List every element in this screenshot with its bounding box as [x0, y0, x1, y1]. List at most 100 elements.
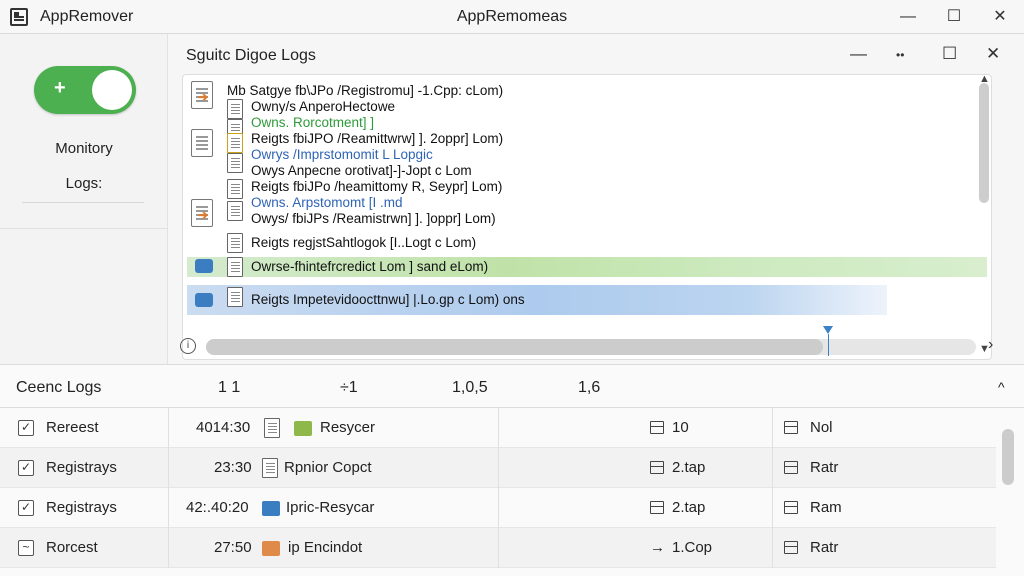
- column-separator: [498, 528, 499, 568]
- log-line: Owrse-fhintefrcredict Lom ] sand eLom): [251, 259, 489, 274]
- file-icon: ➔: [191, 81, 213, 109]
- tag-icon: [294, 421, 312, 436]
- status-icon: [195, 293, 213, 307]
- title-bar: AppRemover AppRemomeas — ☐ ✕: [0, 0, 1024, 34]
- log-line: Owys/ fbiJPs /Reamistrwn] ]. ]oppr] Lom): [251, 211, 496, 226]
- row-time: 27:50: [214, 539, 252, 556]
- logs-panel: Sguitc Digoe Logs — •• ☐ ✕ ➔ ➔ Mb Satgye…: [168, 34, 1024, 364]
- row-name: Registrays: [46, 499, 117, 516]
- log-line: Owns. Arpstomomt [I .md: [251, 195, 403, 210]
- panel-maximize-button[interactable]: ☐: [942, 44, 957, 64]
- close-button[interactable]: ✕: [982, 4, 1018, 30]
- minimize-button[interactable]: —: [890, 4, 926, 30]
- size-icon: [650, 501, 664, 514]
- table-scroll-thumb[interactable]: [1002, 429, 1014, 485]
- row-checkbox[interactable]: ✓: [18, 460, 34, 476]
- column-header[interactable]: 1 1: [218, 379, 240, 397]
- row-checkbox[interactable]: ✓: [18, 500, 34, 516]
- chevron-right-icon[interactable]: ›: [988, 336, 993, 354]
- log-line: Owny/s AnperoHectowe: [251, 99, 396, 114]
- column-separator: [772, 528, 773, 568]
- column-separator: [168, 448, 169, 488]
- column-separator: [168, 408, 169, 448]
- sidebar-divider: [22, 202, 144, 203]
- log-line: Owrys /Imprstomomit L Lopgic: [251, 147, 433, 162]
- add-document-icon: [264, 418, 280, 438]
- log-view[interactable]: ➔ ➔ Mb Satgye fb\JPo /Registromu] -1.Cpp…: [182, 74, 992, 360]
- column-separator: [772, 448, 773, 488]
- log-line: Reigts regjstSahtlogok [I..Logt c Lom): [251, 235, 477, 250]
- document-icon: [227, 153, 243, 173]
- row-status: Ram: [810, 499, 842, 516]
- status-doc-icon: [784, 421, 798, 434]
- panel-close-button[interactable]: ✕: [986, 44, 1000, 64]
- maximize-button[interactable]: ☐: [936, 4, 972, 30]
- log-line: Mb Satgye fb\JPo /Registromu] -1.Cpp: cL…: [227, 83, 504, 98]
- column-header[interactable]: 1,0,5: [452, 379, 488, 397]
- window-title: AppRemomeas: [456, 8, 568, 25]
- column-header[interactable]: 1,6: [578, 379, 600, 397]
- table-row[interactable]: ✓ Rereest 4014:30 Resycer 10 Nol: [0, 408, 996, 448]
- add-document-icon: [227, 287, 243, 307]
- timeline-scrollbar[interactable]: [206, 339, 976, 355]
- column-separator: [498, 448, 499, 488]
- row-name: Rorcest: [46, 539, 98, 556]
- collapse-icon[interactable]: ^: [998, 379, 1005, 395]
- timeline-thumb[interactable]: [206, 339, 823, 355]
- scroll-thumb[interactable]: [979, 83, 989, 203]
- toggle-knob: [92, 70, 132, 110]
- log-vertical-scrollbar[interactable]: ▲ ▼: [975, 75, 990, 359]
- sidebar: + Monitory Logs:: [0, 34, 168, 364]
- row-status: Ratr: [810, 459, 839, 476]
- row-name: Registrays: [46, 459, 117, 476]
- size-icon: [650, 461, 664, 474]
- tag-icon: [262, 501, 280, 516]
- panel-more-button[interactable]: ••: [896, 48, 904, 62]
- monitor-label: Monitory: [55, 140, 113, 157]
- row-action: ip Encindot: [288, 539, 363, 556]
- document-icon: [227, 179, 243, 199]
- row-time: 4014:30: [196, 419, 251, 436]
- row-name: Rereest: [46, 419, 99, 436]
- log-line: Owys Anpecne orotivat]-]-Jopt c Lom: [251, 163, 472, 178]
- monitor-toggle[interactable]: +: [34, 66, 136, 114]
- row-time: 42:.40:20: [186, 499, 249, 516]
- log-line: Owns. Rorcotment] ]: [251, 115, 375, 130]
- row-checkbox[interactable]: ✓: [18, 420, 34, 436]
- row-size: 2.tap: [672, 459, 706, 476]
- table-vertical-scrollbar[interactable]: [1002, 423, 1016, 573]
- row-size: 1.Cop: [672, 539, 713, 556]
- timeline-marker-line: [828, 334, 829, 356]
- logs-label: Logs:: [65, 175, 103, 192]
- arrow-right-icon: →: [650, 539, 665, 556]
- row-checkbox[interactable]: ~: [18, 540, 34, 556]
- panel-minimize-button[interactable]: —: [850, 44, 867, 64]
- info-icon[interactable]: i: [180, 338, 196, 354]
- sidebar-divider: [0, 228, 168, 229]
- status-doc-icon: [784, 541, 798, 554]
- row-action: Resycer: [320, 419, 376, 436]
- table-row[interactable]: ✓ Registrays 42:.40:20 Ipric-Resycar 2.t…: [0, 488, 996, 528]
- file-icon: [191, 129, 213, 157]
- log-line: Reigts fbiJPo /heamittomy R, Seypr] Lom): [251, 179, 503, 194]
- column-separator: [168, 528, 169, 568]
- column-separator: [498, 408, 499, 448]
- recent-logs-section: Ceenc Logs 1 1 ÷1 1,0,5 1,6 ^ ✓ Rereest …: [0, 364, 1024, 576]
- row-time: 23:30: [214, 459, 252, 476]
- table-row[interactable]: ~ Rorcest 27:50 ip Encindot → 1.Cop Ratr: [0, 528, 996, 568]
- column-separator: [498, 488, 499, 528]
- row-status: Nol: [810, 419, 833, 436]
- row-size: 10: [672, 419, 689, 436]
- size-icon: [650, 421, 664, 434]
- row-action: Rpnior Copct: [284, 459, 372, 476]
- column-separator: [772, 408, 773, 448]
- status-doc-icon: [784, 501, 798, 514]
- check-document-icon: [227, 257, 243, 277]
- table-row[interactable]: ✓ Registrays 23:30 Rpnior Copct 2.tap Ra…: [0, 448, 996, 488]
- row-status: Ratr: [810, 539, 839, 556]
- column-header[interactable]: ÷1: [340, 379, 358, 397]
- timeline-marker-icon[interactable]: [823, 326, 833, 334]
- add-document-icon: [262, 458, 278, 478]
- document-icon: [227, 233, 243, 253]
- tag-icon: [262, 541, 280, 556]
